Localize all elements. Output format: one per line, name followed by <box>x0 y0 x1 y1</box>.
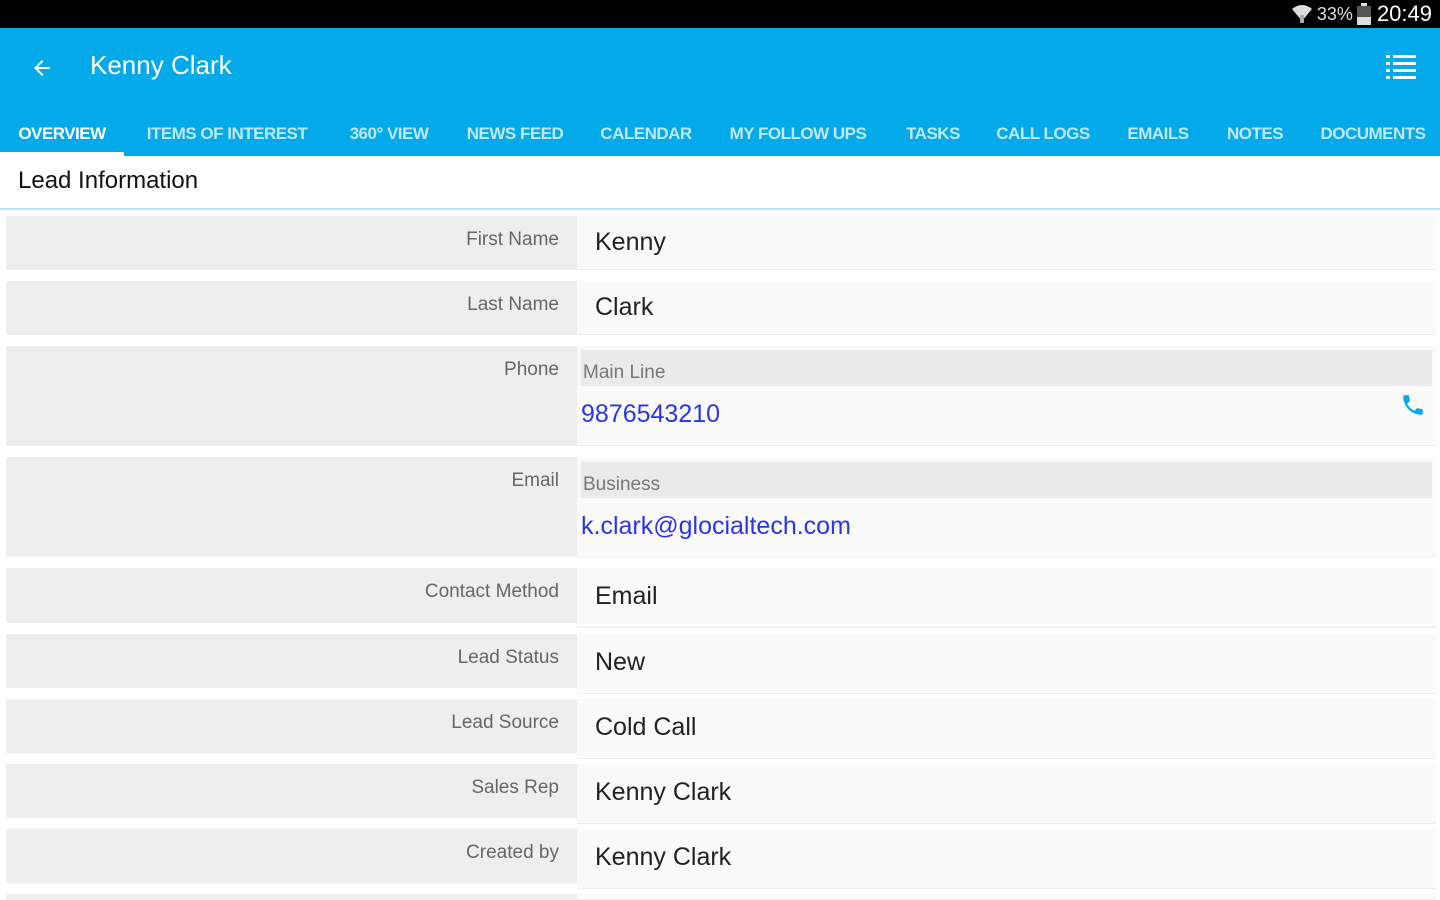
field-row-contact-method: Contact Method Email <box>0 568 1440 628</box>
field-value: Email <box>595 582 658 610</box>
tab-my-follow-ups[interactable]: MY FOLLOW UPS <box>714 112 882 156</box>
field-label-cell: Email <box>6 457 577 557</box>
app-bar: Kenny Clark OVERVIEW ITEMS OF INTEREST 3… <box>0 28 1440 156</box>
field-row-phone: Phone Main Line 9876543210 <box>0 346 1440 446</box>
status-bar-right: 33% 20:49 <box>1291 0 1432 28</box>
field-label-cell: Phone <box>6 346 577 446</box>
field-value: Kenny Clark <box>595 778 732 806</box>
tab-calendar[interactable]: CALENDAR <box>588 112 704 156</box>
wifi-icon <box>1291 5 1312 23</box>
tab-call-logs[interactable]: CALL LOGS <box>984 112 1102 156</box>
arrow-left-icon <box>34 60 50 76</box>
email-link[interactable]: k.clark@glocialtech.com <box>581 512 851 541</box>
field-row-partial <box>0 894 1440 900</box>
field-row-email: Email Business k.clark@glocialtech.com <box>0 457 1440 557</box>
field-label-cell: Created by <box>6 829 577 883</box>
field-label-cell: Sales Rep <box>6 764 577 818</box>
field-label-cell: Last Name <box>6 281 577 335</box>
tab-tasks[interactable]: TASKS <box>892 112 974 156</box>
tab-360-view[interactable]: 360° VIEW <box>334 112 444 156</box>
field-label: Email <box>511 470 559 491</box>
field-value-cell: Kenny Clark <box>577 829 1436 889</box>
tab-notes[interactable]: NOTES <box>1214 112 1296 156</box>
section-title: Lead Information <box>18 167 199 194</box>
field-label: Phone <box>504 359 559 380</box>
tab-bar: OVERVIEW ITEMS OF INTEREST 360° VIEW NEW… <box>0 112 1440 156</box>
field-value: Clark <box>595 293 654 321</box>
field-label-cell: Contact Method <box>6 568 577 623</box>
field-value-cell: Clark <box>577 281 1436 335</box>
menu-button[interactable] <box>1384 50 1418 84</box>
field-value: Kenny Clark <box>595 843 732 871</box>
back-button[interactable] <box>22 48 62 88</box>
phone-link[interactable]: 9876543210 <box>581 400 720 429</box>
clock: 20:49 <box>1376 1 1432 26</box>
status-bar: 33% 20:49 <box>0 0 1440 28</box>
field-label: Contact Method <box>424 581 559 602</box>
field-value-cell: Kenny Clark <box>577 764 1436 824</box>
field-label-cell: Lead Source <box>6 699 577 753</box>
phone-type-header: Main Line <box>581 350 1432 386</box>
tab-emails[interactable]: EMAILS <box>1112 112 1204 156</box>
field-value: New <box>595 648 646 676</box>
field-value-cell: Main Line 9876543210 <box>577 346 1436 446</box>
battery-percent: 33% <box>1316 3 1353 24</box>
field-row-first-name: First Name Kenny <box>0 216 1440 270</box>
field-value-cell: Kenny <box>577 216 1436 270</box>
tab-documents[interactable]: DOCUMENTS <box>1306 112 1440 156</box>
field-label: Last Name <box>467 294 559 315</box>
field-value-cell: Business k.clark@glocialtech.com <box>577 457 1436 557</box>
field-label-cell: First Name <box>6 216 577 270</box>
field-row-last-name: Last Name Clark <box>0 281 1440 335</box>
email-type: Business <box>583 474 661 495</box>
field-row-created-by: Created by Kenny Clark <box>0 829 1440 889</box>
field-label: Lead Status <box>457 647 559 668</box>
field-value-cell: Email <box>577 568 1436 628</box>
field-value-cell <box>577 894 1436 900</box>
field-row-sales-rep: Sales Rep Kenny Clark <box>0 764 1440 824</box>
field-label: First Name <box>466 229 559 250</box>
tab-news-feed[interactable]: NEWS FEED <box>452 112 578 156</box>
field-row-lead-status: Lead Status New <box>0 634 1440 694</box>
field-label: Lead Source <box>451 712 559 733</box>
field-label: Sales Rep <box>471 777 559 798</box>
phone-icon[interactable] <box>1400 392 1426 418</box>
field-label: Created by <box>466 842 559 863</box>
tab-overview[interactable]: OVERVIEW <box>0 112 124 156</box>
field-label-cell <box>6 894 577 900</box>
field-value-cell: New <box>577 634 1436 694</box>
field-label-cell: Lead Status <box>6 634 577 688</box>
field-value: Cold Call <box>595 713 697 741</box>
section-divider <box>0 208 1440 210</box>
phone-type: Main Line <box>583 362 666 383</box>
email-type-header: Business <box>581 462 1432 498</box>
field-row-lead-source: Lead Source Cold Call <box>0 699 1440 759</box>
field-value-cell: Cold Call <box>577 699 1436 759</box>
tab-items-of-interest[interactable]: ITEMS OF INTEREST <box>126 112 328 156</box>
battery-icon <box>1356 3 1371 25</box>
list-menu-icon <box>1386 55 1416 79</box>
page-title: Kenny Clark <box>90 50 232 80</box>
field-value: Kenny <box>595 228 666 256</box>
